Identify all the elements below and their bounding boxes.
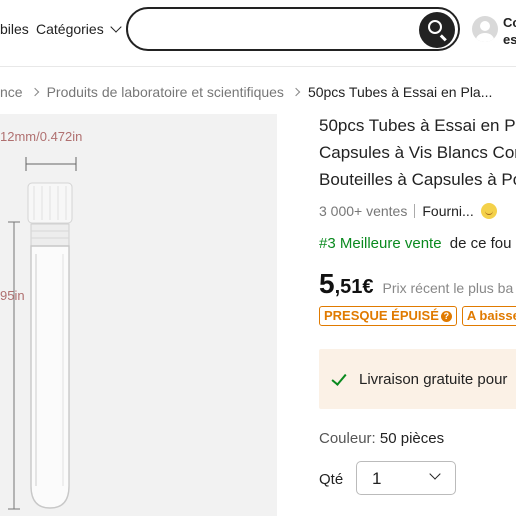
product-title: 50pcs Tubes à Essai en Pl Capsules à Vis… (319, 112, 516, 193)
color-label: Couleur: (319, 430, 376, 447)
quantity-select[interactable]: 1 (356, 461, 456, 495)
nav-categories-menu[interactable]: Catégories (36, 21, 122, 37)
price-decimal: ,51€ (334, 276, 374, 298)
chevron-right-icon (291, 87, 301, 97)
site-header: biles Catégories Co es (0, 0, 516, 62)
color-option: Couleur: 50 pièces (319, 430, 444, 447)
dimension-width-label: 12mm/0.472in (0, 129, 83, 144)
breadcrumb-item[interactable]: Produits de laboratoire et scientifiques (47, 84, 284, 100)
divider (414, 204, 416, 218)
quantity-label: Qté (319, 471, 344, 488)
shipping-text: Livraison gratuite pour (359, 371, 508, 388)
help-icon[interactable]: ? (440, 310, 452, 322)
supplier-link[interactable]: Fourni... (422, 203, 473, 219)
search-bar (126, 7, 460, 51)
chevron-down-icon (110, 21, 122, 33)
stock-badge: PRESQUE ÉPUISÉ ? (319, 306, 457, 326)
nav-categories-label: Catégories (36, 21, 104, 37)
price-note: Prix récent le plus ba (382, 280, 514, 296)
bestseller-label: #3 Meilleure vente de ce fou (319, 235, 511, 252)
check-icon (331, 370, 347, 386)
price: 5 ,51€ Prix récent le plus ba (319, 268, 513, 300)
bestseller-rank[interactable]: #3 Meilleure vente (319, 235, 442, 252)
breadcrumb-current: 50pcs Tubes à Essai en Pla... (307, 84, 493, 100)
stock-badge-label: PRESQUE ÉPUISÉ (324, 308, 439, 323)
badges: PRESQUE ÉPUISÉ ? A baisse (319, 306, 516, 326)
price-integer: 5 (319, 268, 335, 299)
sales-count: 3 000+ ventes (319, 203, 408, 219)
product-meta: 3 000+ ventes Fourni... (319, 203, 497, 219)
header-divider (0, 66, 516, 67)
dimension-height-label: 95in (0, 288, 25, 303)
product-title-line: Bouteilles à Capsules à Po (319, 170, 516, 189)
breadcrumb-item[interactable]: nce (0, 84, 23, 100)
free-shipping-banner: Livraison gratuite pour (319, 349, 516, 409)
bestseller-category: de ce fou (449, 235, 512, 252)
product-title-line: Capsules à Vis Blancs Cor (319, 143, 516, 162)
breadcrumb: nce Produits de laboratoire et scientifi… (0, 82, 492, 102)
smiley-icon (480, 203, 497, 219)
search-button[interactable] (419, 12, 455, 48)
search-icon-handle (440, 34, 447, 42)
search-icon (428, 20, 442, 34)
search-input[interactable] (142, 19, 412, 39)
account-label-line2[interactable]: es (503, 32, 516, 47)
chevron-down-icon (429, 468, 441, 480)
avatar[interactable] (472, 16, 498, 42)
nav-mobiles-link[interactable]: biles (0, 21, 29, 37)
product-image[interactable]: 12mm/0.472in 95in (0, 114, 277, 516)
color-value: 50 pièces (379, 430, 445, 447)
account-label-line1[interactable]: Co (503, 15, 516, 30)
chevron-right-icon (30, 87, 39, 97)
price-drop-badge: A baisse (461, 306, 516, 326)
product-title-line: 50pcs Tubes à Essai en Pl (319, 116, 516, 135)
quantity-value: 1 (372, 469, 382, 488)
test-tube-illustration (8, 157, 77, 510)
